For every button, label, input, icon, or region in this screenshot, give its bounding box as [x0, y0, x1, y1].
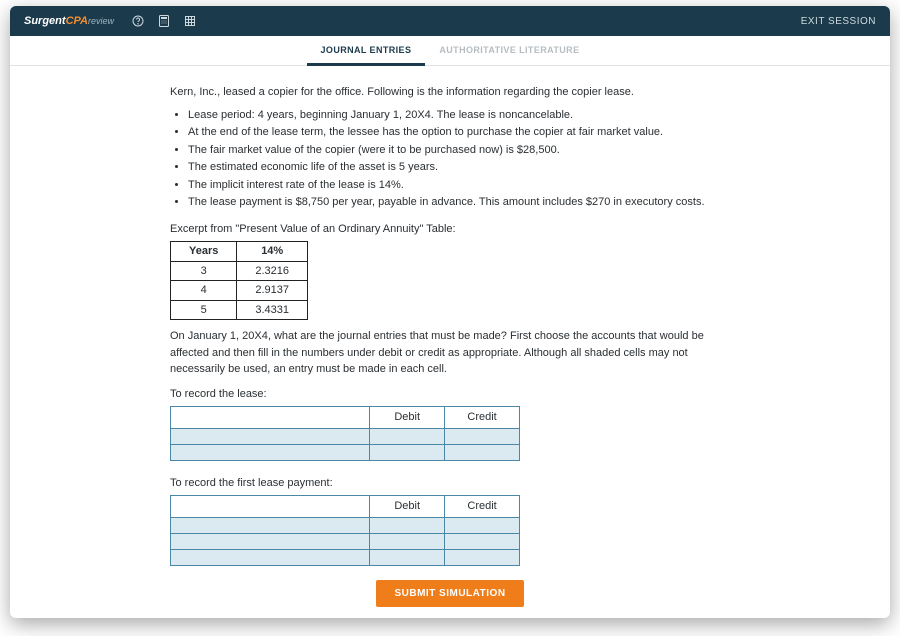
je-row [171, 549, 520, 565]
topbar: SurgentCPAreview EXIT SESSION [10, 6, 890, 36]
je-row [171, 533, 520, 549]
annuity-cell: 2.9137 [237, 281, 308, 301]
logo: SurgentCPAreview [24, 15, 114, 27]
topbar-icons [132, 15, 196, 27]
je-account-cell[interactable] [171, 517, 370, 533]
je-debit-cell[interactable] [370, 549, 445, 565]
je-header-debit: Debit [370, 407, 445, 429]
question-body: Kern, Inc., leased a copier for the offi… [170, 84, 730, 618]
je-credit-cell[interactable] [445, 549, 520, 565]
content-scroll[interactable]: Kern, Inc., leased a copier for the offi… [10, 66, 890, 618]
je-account-cell[interactable] [171, 549, 370, 565]
je-account-cell[interactable] [171, 428, 370, 444]
list-item: The lease payment is $8,750 per year, pa… [188, 194, 730, 211]
section-title-record-lease: To record the lease: [170, 386, 730, 403]
je-header-debit: Debit [370, 496, 445, 518]
list-item: Lease period: 4 years, beginning January… [188, 107, 730, 124]
je-debit-cell[interactable] [370, 517, 445, 533]
je-header-credit: Credit [445, 496, 520, 518]
tab-bar: JOURNAL ENTRIES AUTHORITATIVE LITERATURE [10, 36, 890, 66]
tab-authoritative-literature[interactable]: AUTHORITATIVE LITERATURE [425, 36, 593, 66]
annuity-cell: 3.4331 [237, 300, 308, 320]
je-debit-cell[interactable] [370, 428, 445, 444]
list-item: The implicit interest rate of the lease … [188, 177, 730, 194]
calculator-icon[interactable] [158, 15, 170, 27]
annuity-table: Years 14% 3 2.3216 4 2.9137 5 3.4331 [170, 241, 308, 320]
je-table-record-lease: Debit Credit [170, 406, 520, 461]
table-row: 3 2.3216 [171, 261, 308, 281]
je-header-account [171, 407, 370, 429]
je-credit-cell[interactable] [445, 517, 520, 533]
section-title-record-payment: To record the first lease payment: [170, 475, 730, 492]
exit-session-button[interactable]: EXIT SESSION [801, 16, 876, 27]
list-item: The fair market value of the copier (wer… [188, 142, 730, 159]
je-credit-cell[interactable] [445, 444, 520, 460]
annuity-cell: 5 [171, 300, 237, 320]
app-window: SurgentCPAreview EXIT SESSION JOURNAL EN… [10, 6, 890, 618]
list-item: At the end of the lease term, the lessee… [188, 124, 730, 141]
je-header-account [171, 496, 370, 518]
logo-part3: review [88, 16, 114, 26]
je-row [171, 428, 520, 444]
table-row: 4 2.9137 [171, 281, 308, 301]
annuity-header-years: Years [171, 242, 237, 262]
logo-part2: CPA [66, 15, 88, 27]
je-debit-cell[interactable] [370, 444, 445, 460]
je-table-record-payment: Debit Credit [170, 495, 520, 566]
annuity-table-label: Excerpt from "Present Value of an Ordina… [170, 221, 730, 238]
annuity-cell: 3 [171, 261, 237, 281]
tab-journal-entries[interactable]: JOURNAL ENTRIES [307, 36, 426, 66]
spreadsheet-icon[interactable] [184, 15, 196, 27]
je-row [171, 517, 520, 533]
je-account-cell[interactable] [171, 533, 370, 549]
submit-simulation-button[interactable]: SUBMIT SIMULATION [376, 580, 523, 607]
table-row: 5 3.4331 [171, 300, 308, 320]
lease-facts-list: Lease period: 4 years, beginning January… [188, 107, 730, 211]
je-row [171, 444, 520, 460]
annuity-cell: 2.3216 [237, 261, 308, 281]
annuity-header-rate: 14% [237, 242, 308, 262]
logo-part1: Surgent [24, 15, 66, 27]
je-credit-cell[interactable] [445, 533, 520, 549]
question-instructions: On January 1, 20X4, what are the journal… [170, 328, 730, 378]
je-account-cell[interactable] [171, 444, 370, 460]
intro-text: Kern, Inc., leased a copier for the offi… [170, 84, 730, 101]
annuity-cell: 4 [171, 281, 237, 301]
je-credit-cell[interactable] [445, 428, 520, 444]
je-debit-cell[interactable] [370, 533, 445, 549]
list-item: The estimated economic life of the asset… [188, 159, 730, 176]
je-header-credit: Credit [445, 407, 520, 429]
help-icon[interactable] [132, 15, 144, 27]
